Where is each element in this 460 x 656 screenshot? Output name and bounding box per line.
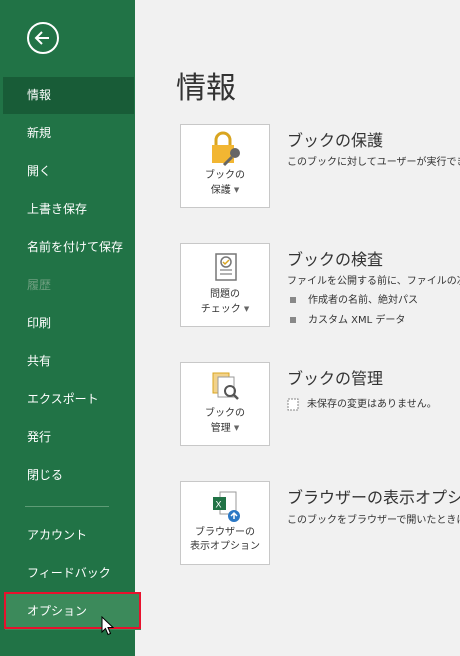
section-desc: 未保存の変更はありません。: [307, 399, 437, 410]
sidebar-divider: [25, 506, 109, 507]
nav-open[interactable]: 開く: [0, 153, 135, 190]
backstage-sidebar: 情報 新規 開く 上書き保存 名前を付けて保存 履歴 印刷 共有 エクスポート …: [0, 0, 141, 656]
check-issues-button[interactable]: 問題の チェック ▼: [180, 243, 270, 327]
tile-label-line2: 保護: [210, 185, 231, 196]
caret-down-icon: ▼: [233, 186, 240, 194]
bullet-item: カスタム XML データ: [290, 311, 405, 326]
tile-label-line1: ブックの: [205, 170, 245, 181]
nav-publish[interactable]: 発行: [0, 419, 135, 456]
lock-key-icon: [212, 131, 240, 167]
mouse-pointer-icon: [101, 616, 115, 636]
tile-label: 問題の チェック ▼: [181, 288, 269, 317]
caret-down-icon: ▼: [243, 305, 250, 313]
arrow-left-icon: [34, 31, 49, 45]
svg-text:X: X: [216, 500, 222, 510]
options-highlight-box: [4, 592, 141, 629]
checklist-icon: [215, 253, 237, 281]
bullet-square-icon: [290, 297, 296, 303]
excel-browser-icon: X: [213, 491, 240, 522]
nav-account[interactable]: アカウント: [0, 517, 135, 554]
tile-label: ブラウザーの 表示オプション: [181, 526, 269, 554]
section-title: ブックの保護: [287, 131, 384, 150]
section-desc-row: 未保存の変更はありません。: [287, 395, 437, 411]
nav-save[interactable]: 上書き保存: [0, 191, 135, 228]
nav-export[interactable]: エクスポート: [0, 381, 135, 418]
nav-save-as[interactable]: 名前を付けて保存: [0, 229, 135, 266]
nav-info[interactable]: 情報: [3, 77, 134, 114]
tile-label: ブックの 保護 ▼: [181, 169, 269, 198]
manage-workbook-icon: [212, 372, 239, 400]
bullet-item: 作成者の名前、絶対パス: [290, 291, 418, 306]
nav-share[interactable]: 共有: [0, 343, 135, 380]
nav-print[interactable]: 印刷: [0, 305, 135, 342]
tile-label: ブックの 管理 ▼: [181, 407, 269, 436]
nav-feedback[interactable]: フィードバック: [0, 555, 135, 592]
browser-view-options-button[interactable]: X ブラウザーの 表示オプション: [180, 481, 270, 565]
bullet-square-icon: [290, 317, 296, 323]
section-desc: このブックに対してユーザーが実行でき: [287, 157, 460, 168]
tile-label-line1: ブックの: [205, 408, 245, 419]
section-title: ブラウザーの表示オプシ: [287, 488, 460, 507]
nav-close[interactable]: 閉じる: [0, 457, 135, 494]
caret-down-icon: ▼: [233, 424, 240, 432]
main-content: 情報 ブックの 保護 ▼ ブックの保護 このブックに対してユーザーが実行でき 問…: [135, 0, 460, 656]
section-title: ブックの検査: [287, 250, 384, 269]
tile-label-line1: 問題の: [210, 289, 240, 300]
document-icon: [287, 398, 299, 410]
nav-new[interactable]: 新規: [0, 115, 135, 152]
section-title: ブックの管理: [287, 369, 384, 388]
bullet-text: カスタム XML データ: [308, 315, 406, 326]
tile-label-line1: ブラウザーの: [195, 527, 255, 538]
page-title: 情報: [176, 71, 236, 106]
back-button[interactable]: [27, 22, 59, 54]
tile-label-line2: チェック: [200, 304, 241, 315]
manage-workbook-button[interactable]: ブックの 管理 ▼: [180, 362, 270, 446]
tile-label-line2: 管理: [210, 423, 231, 434]
nav-history: 履歴: [27, 278, 52, 292]
bullet-text: 作成者の名前、絶対パス: [308, 295, 418, 306]
protect-workbook-button[interactable]: ブックの 保護 ▼: [180, 124, 270, 208]
section-desc: ファイルを公開する前に、ファイルの次: [287, 276, 460, 287]
section-desc: このブックをブラウザーで開いたときに表: [287, 515, 460, 526]
tile-label-line2: 表示オプション: [190, 541, 260, 552]
